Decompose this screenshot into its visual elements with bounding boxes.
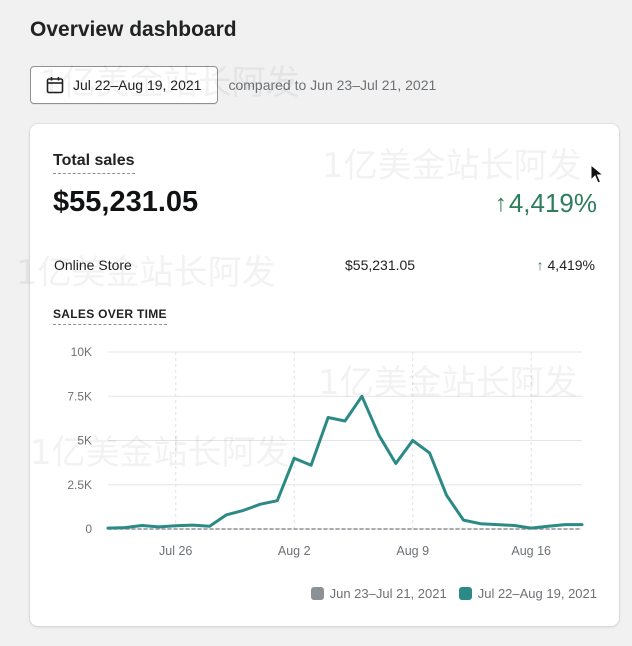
y-tick-label: 2.5K bbox=[67, 478, 92, 492]
date-range-label: Jul 22–Aug 19, 2021 bbox=[73, 77, 202, 93]
x-tick-label: Aug 9 bbox=[396, 544, 429, 558]
legend-swatch-current bbox=[458, 587, 472, 600]
page-title: Overview dashboard bbox=[30, 18, 237, 41]
x-tick-label: Aug 2 bbox=[278, 544, 311, 558]
date-filter-row: Jul 22–Aug 19, 2021 compared to Jun 23–J… bbox=[30, 66, 436, 104]
x-tick-label: Aug 16 bbox=[511, 544, 551, 558]
chart-legend: Jun 23–Jul 21, 2021 Jul 22–Aug 19, 2021 bbox=[299, 586, 597, 601]
date-range-button[interactable]: Jul 22–Aug 19, 2021 bbox=[30, 66, 219, 104]
legend-label-previous: Jun 23–Jul 21, 2021 bbox=[329, 586, 447, 601]
y-tick-label: 5K bbox=[77, 434, 92, 448]
legend-label-current: Jul 22–Aug 19, 2021 bbox=[477, 586, 597, 601]
mouse-pointer-icon bbox=[590, 163, 605, 189]
y-tick-label: 10K bbox=[71, 345, 92, 359]
calendar-icon bbox=[45, 75, 65, 95]
x-tick-label: Jul 26 bbox=[159, 544, 192, 558]
series-line-current bbox=[106, 394, 584, 530]
sales-over-time-chart: 0 2.5K 5K 7.5K 10K Jul 26 Aug 2 Aug 9 Aug 16 bbox=[67, 345, 584, 558]
legend-item-current[interactable]: Jul 22–Aug 19, 2021 bbox=[458, 586, 597, 601]
sales-card: Total sales $55,231.05 ↑ 4,419% Online S… bbox=[30, 124, 619, 626]
y-tick-label: 0 bbox=[85, 522, 92, 536]
y-tick-label: 7.5K bbox=[67, 389, 92, 403]
legend-swatch-previous bbox=[310, 587, 324, 600]
compare-text: compared to Jun 23–Jul 21, 2021 bbox=[228, 77, 437, 93]
legend-item-previous[interactable]: Jun 23–Jul 21, 2021 bbox=[310, 586, 447, 601]
